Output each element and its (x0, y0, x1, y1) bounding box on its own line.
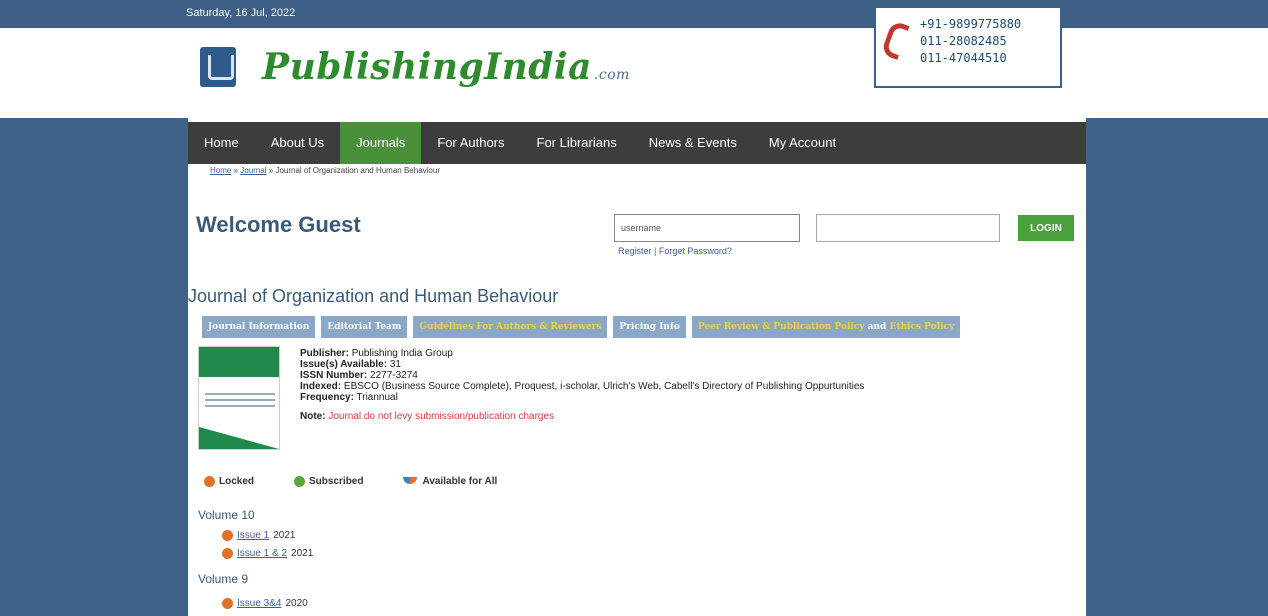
tab-editorial-team[interactable]: Editorial Team (321, 316, 408, 338)
volume-heading: Volume 9 (198, 572, 249, 586)
locked-dot-icon (222, 530, 233, 541)
nav-my-account[interactable]: My Account (753, 122, 852, 164)
login-button[interactable]: LOGIN (1018, 215, 1074, 241)
available-for-all-icon (403, 477, 418, 485)
breadcrumb-current: Journal of Organization and Human Behavi… (275, 166, 440, 175)
and-text: and (867, 322, 887, 332)
green-dot-icon (294, 476, 306, 487)
issue-link[interactable]: Issue 1 & 2 (237, 548, 287, 559)
phone-number-2: 011-28082485 (920, 34, 1007, 48)
main-nav: Home About Us Journals For Authors For L… (188, 122, 1086, 164)
username-input[interactable] (614, 214, 800, 242)
issue-year: 2020 (285, 598, 308, 609)
right-background-panel (1086, 118, 1268, 616)
legend-subscribed: Subscribed (294, 476, 363, 487)
volume-heading: Volume 10 (198, 508, 255, 522)
ethics-policy-link[interactable]: Ethics Policy (889, 322, 954, 332)
journal-cover-image (198, 346, 280, 450)
frequency-row: Frequency: Triannual (300, 392, 398, 403)
site-logo[interactable]: PublishingIndia .com (200, 46, 630, 88)
issue-row: Issue 1 & 2 2021 (222, 548, 313, 559)
issue-row: Issue 3&4 2020 (222, 598, 308, 609)
locked-dot-icon (222, 598, 233, 609)
phone-number-1: +91-9899775880 (920, 17, 1022, 31)
breadcrumb-home[interactable]: Home (210, 166, 231, 175)
orange-dot-icon (204, 476, 215, 487)
locked-dot-icon (222, 548, 233, 559)
nav-for-authors[interactable]: For Authors (421, 122, 520, 164)
contact-box: +91-9899775880 011-28082485 011-47044510 (874, 6, 1062, 88)
issn-row: ISSN Number: 2277-3274 (300, 370, 418, 381)
tab-guidelines[interactable]: Guidelines For Authors & Reviewers (413, 316, 608, 338)
breadcrumb-journal[interactable]: Journal (240, 166, 266, 175)
logo-domain: .com (593, 67, 630, 83)
nav-journals[interactable]: Journals (340, 122, 422, 164)
peer-review-link[interactable]: Peer Review & Publication Policy (698, 322, 865, 332)
breadcrumb: Home » Journal » Journal of Organization… (210, 166, 440, 175)
issue-link[interactable]: Issue 3&4 (237, 598, 281, 609)
logo-book-icon (200, 47, 236, 87)
breadcrumb-sep: » (268, 166, 274, 175)
link-divider: | (654, 246, 657, 256)
legend-available: Available for All (403, 476, 497, 487)
note-row: Note: Journal do not levy submission/pub… (300, 411, 555, 422)
cover-band-top (199, 347, 279, 377)
issue-link[interactable]: Issue 1 (237, 530, 269, 541)
issue-year: 2021 (273, 530, 296, 541)
nav-home[interactable]: Home (188, 122, 255, 164)
account-links: Register | Forget Password? (618, 246, 732, 256)
top-bar: Saturday, 16 Jul, 2022 (0, 0, 1268, 28)
cover-band-bottom (199, 427, 279, 449)
journal-details: Publisher: Publishing India Group Issue(… (300, 348, 864, 422)
legend-locked: Locked (204, 476, 254, 487)
tab-policies: Peer Review & Publication Policy and Eth… (691, 316, 961, 338)
cover-text-lines (205, 393, 275, 411)
journal-title: Journal of Organization and Human Behavi… (188, 286, 559, 306)
forgot-password-link[interactable]: Forget Password? (659, 246, 732, 256)
password-input[interactable] (816, 214, 1000, 242)
access-legend: Locked Subscribed Available for All (204, 476, 537, 487)
breadcrumb-sep: » (233, 166, 239, 175)
publisher-row: Publisher: Publishing India Group (300, 348, 453, 359)
issue-row: Issue 1 2021 (222, 530, 296, 541)
guidelines-label: Guidelines For Authors & Reviewers (419, 322, 602, 332)
tab-pricing-info[interactable]: Pricing Info (613, 316, 686, 338)
header (0, 28, 1268, 118)
issue-year: 2021 (291, 548, 314, 559)
phone-number-3: 011-47044510 (920, 51, 1007, 65)
phone-numbers: +91-9899775880 011-28082485 011-47044510 (920, 16, 1021, 67)
left-background-panel (0, 118, 188, 616)
register-link[interactable]: Register (618, 246, 652, 256)
welcome-heading: Welcome Guest (196, 212, 361, 237)
indexed-row: Indexed: EBSCO (Business Source Complete… (300, 381, 865, 392)
nav-news-events[interactable]: News & Events (633, 122, 753, 164)
phone-icon (880, 20, 910, 60)
logo-text: PublishingIndia .com (262, 46, 630, 88)
journal-tabs: Journal Information Editorial Team Guide… (202, 316, 961, 338)
nav-for-librarians[interactable]: For Librarians (521, 122, 633, 164)
nav-about-us[interactable]: About Us (255, 122, 340, 164)
issues-row: Issue(s) Available: 31 (300, 359, 401, 370)
current-date: Saturday, 16 Jul, 2022 (186, 7, 296, 19)
tab-journal-information[interactable]: Journal Information (202, 316, 316, 338)
